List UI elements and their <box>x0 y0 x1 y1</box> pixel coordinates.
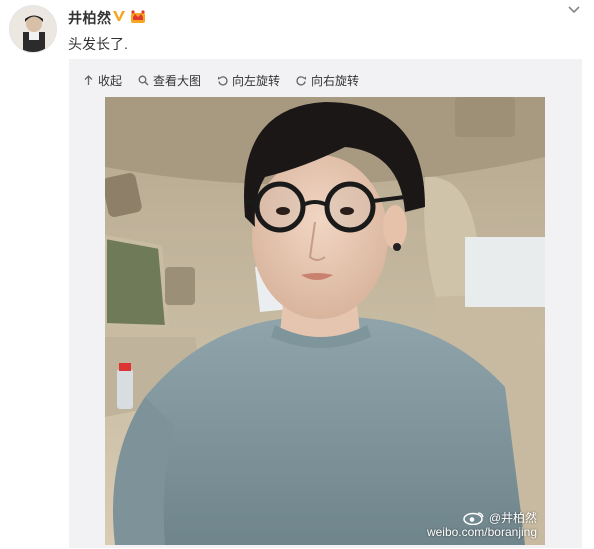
weibo-logo-icon <box>463 512 484 525</box>
media-toolbar: 收起 查看大图 向左旋转 向右旋转 <box>83 71 375 89</box>
post-photo[interactable]: @井柏然 weibo.com/boranjing <box>105 97 545 545</box>
view-large-button[interactable]: 查看大图 <box>138 72 201 89</box>
arrow-up-icon <box>84 74 93 85</box>
crown-badge-icon <box>131 10 145 23</box>
watermark-url: weibo.com/boranjing <box>426 525 537 539</box>
chevron-down-icon[interactable] <box>567 2 581 16</box>
rotate-right-label: 向右旋转 <box>311 73 360 88</box>
rotate-right-button[interactable]: 向右旋转 <box>296 72 359 89</box>
media-panel: 收起 查看大图 向左旋转 向右旋转 @井柏然 weibo.com/boranji… <box>69 59 582 548</box>
photo-watermark: @井柏然 weibo.com/boranjing <box>427 511 537 539</box>
magnifier-icon <box>138 75 149 85</box>
verified-v-icon <box>113 11 125 21</box>
rotate-left-icon <box>218 75 228 85</box>
view-large-label: 查看大图 <box>153 73 202 88</box>
collapse-button[interactable]: 收起 <box>83 72 122 89</box>
avatar[interactable] <box>9 5 57 53</box>
watermark-name: @井柏然 <box>488 511 537 525</box>
post-text: 头发长了. <box>68 36 128 52</box>
rotate-left-button[interactable]: 向左旋转 <box>217 72 280 89</box>
collapse-label: 收起 <box>98 73 123 88</box>
rotate-left-label: 向左旋转 <box>232 73 281 88</box>
rotate-right-icon <box>296 75 307 85</box>
username[interactable]: 井柏然 <box>68 8 112 28</box>
